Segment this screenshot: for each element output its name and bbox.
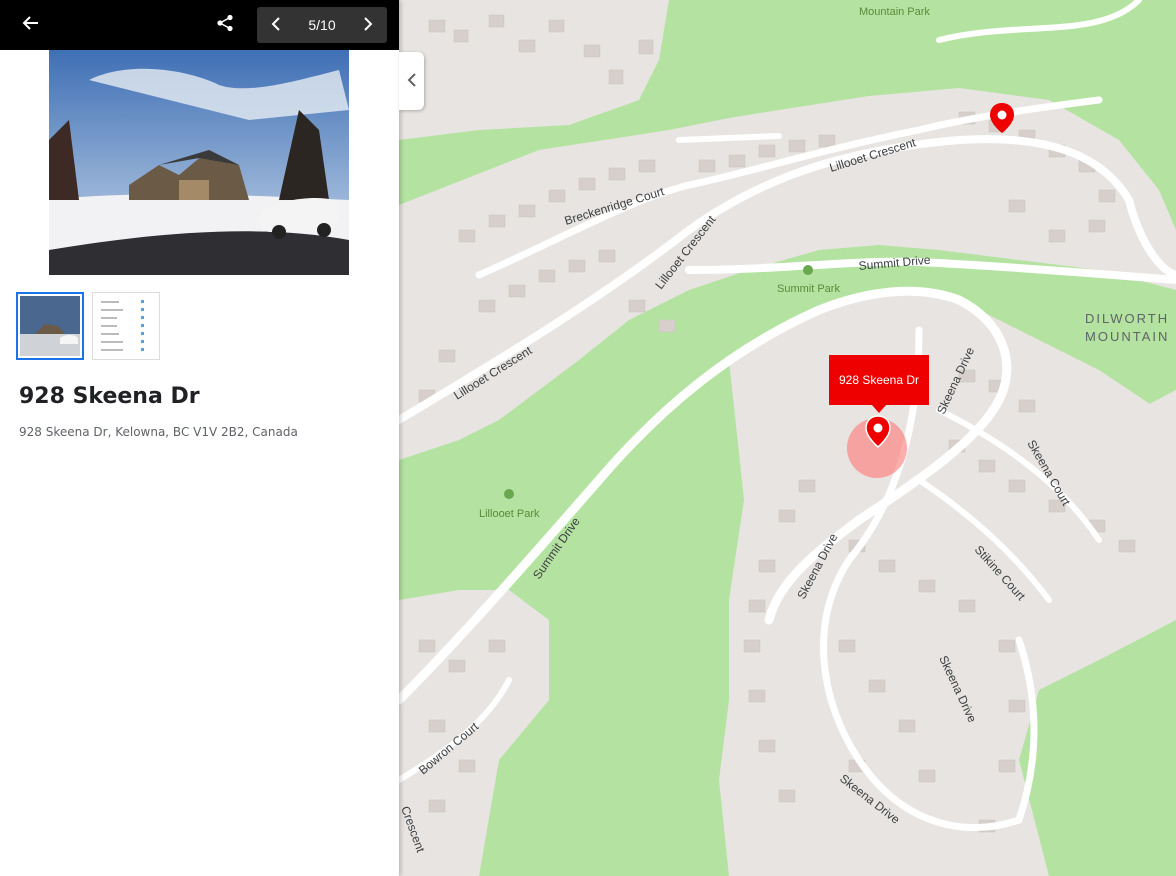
collapse-panel-button[interactable] [399,52,424,110]
lillooet-park-icon [504,489,514,499]
road-label: Summit Drive [858,253,931,273]
chevron-left-icon [407,72,417,91]
listing-title: 928 Skeena Dr [19,384,200,409]
photo-pager: 5/10 [257,7,387,43]
details-panel: 5/10 928 Skeena Dr 928 Skeena Dr, Kelown… [0,0,399,876]
share-icon [216,14,234,36]
photo-counter: 5/10 [308,17,336,33]
map-canvas[interactable]: Mountain Park Summit Park Lillooet Park … [399,0,1176,876]
listing-address: 928 Skeena Dr, Kelowna, BC V1V 2B2, Cana… [19,425,298,439]
panel-topbar: 5/10 [0,0,399,50]
area-label-1: DILWORTH [1085,311,1169,326]
map-view[interactable]: Mountain Park Summit Park Lillooet Park … [399,0,1176,876]
park-label-summit: Summit Park [777,283,840,295]
prev-photo-button[interactable] [257,7,295,43]
share-button[interactable] [208,8,242,42]
summit-park-icon [803,265,813,275]
back-button[interactable] [14,8,48,42]
area-label-2: MOUNTAIN [1085,329,1169,344]
main-photo[interactable] [49,50,349,275]
thumbnail-document[interactable] [92,292,160,360]
chevron-left-icon [271,16,281,35]
chevron-right-icon [363,16,373,35]
arrow-left-icon [22,14,40,36]
park-label-mountain: Mountain Park [859,6,930,18]
park-label-lillooet: Lillooet Park [479,508,540,520]
marker-callout[interactable]: 928 Skeena Dr [829,355,929,413]
thumbnail-photo[interactable] [16,292,84,360]
next-photo-button[interactable] [349,7,387,43]
